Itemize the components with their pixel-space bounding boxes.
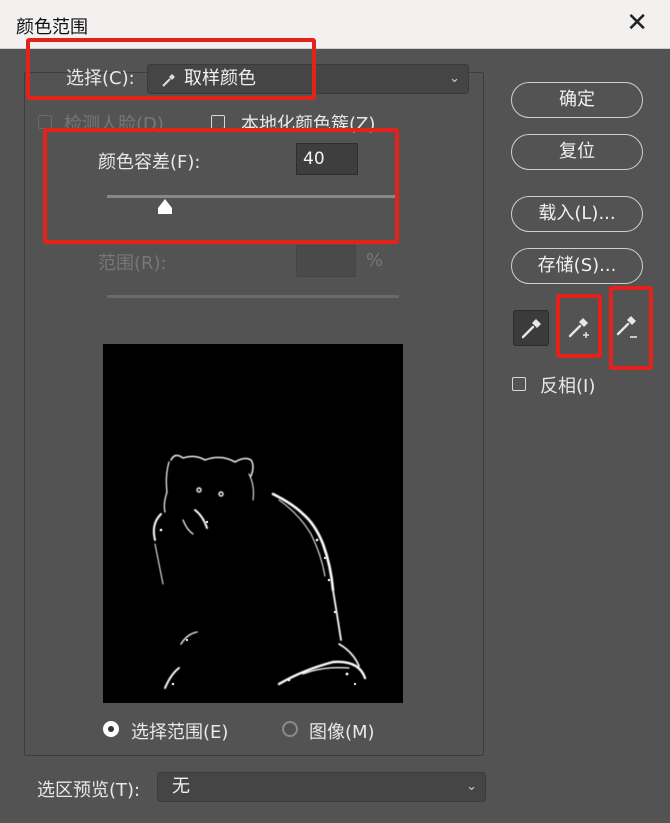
localized-clusters-checkbox[interactable] [211,115,225,129]
invert-checkbox[interactable] [512,377,526,391]
chevron-down-icon: ⌄ [466,779,477,794]
eyedropper-icon [521,319,541,339]
range-input[interactable] [296,245,356,277]
selection-radio[interactable] [103,721,119,737]
eyedropper-tool[interactable] [513,310,549,346]
ok-button[interactable]: 确定 [511,82,643,118]
select-value: 取样颜色 [184,68,256,89]
selection-radio-label: 选择范围(E) [131,722,229,743]
chevron-down-icon: ⌄ [449,71,460,86]
load-button[interactable]: 载入(L)... [511,196,643,232]
eyedropper-plus-icon [568,318,589,338]
fuzziness-label: 颜色容差(F): [98,152,201,173]
window-title: 颜色范围 [16,17,88,38]
selection-preview-label: 选区预览(T): [37,780,141,801]
title-bar: 颜色范围 ✕ [0,0,670,49]
fuzziness-slider-thumb[interactable] [156,198,174,216]
detect-faces-checkbox[interactable] [38,115,52,129]
invert-label: 反相(I) [540,376,596,397]
eyedropper-icon [162,74,175,87]
cat-silhouette [152,454,367,689]
range-label: 范围(R): [98,253,167,274]
selection-preview-value: 无 [172,776,190,797]
reset-button[interactable]: 复位 [511,134,643,170]
selection-preview-image [103,344,403,703]
range-unit: % [366,250,384,271]
fuzziness-slider[interactable] [107,195,396,198]
detect-faces-label: 检测人脸(D) [64,114,164,135]
eyedropper-minus-icon [616,316,637,338]
select-dropdown[interactable]: 取样颜色 ⌄ [147,64,469,94]
subtract-from-sample-tool[interactable] [611,310,647,346]
range-slider[interactable] [107,295,399,298]
close-icon[interactable]: ✕ [626,8,648,38]
selection-preview-dropdown[interactable]: 无 ⌄ [157,772,486,802]
save-button[interactable]: 存储(S)... [511,248,643,284]
select-label: 选择(C): [66,68,135,89]
add-to-sample-tool[interactable] [561,310,597,346]
localized-clusters-label: 本地化颜色簇(Z) [241,114,376,135]
image-radio[interactable] [282,721,298,737]
fuzziness-input[interactable]: 40 [296,143,358,175]
image-radio-label: 图像(M) [309,722,375,743]
